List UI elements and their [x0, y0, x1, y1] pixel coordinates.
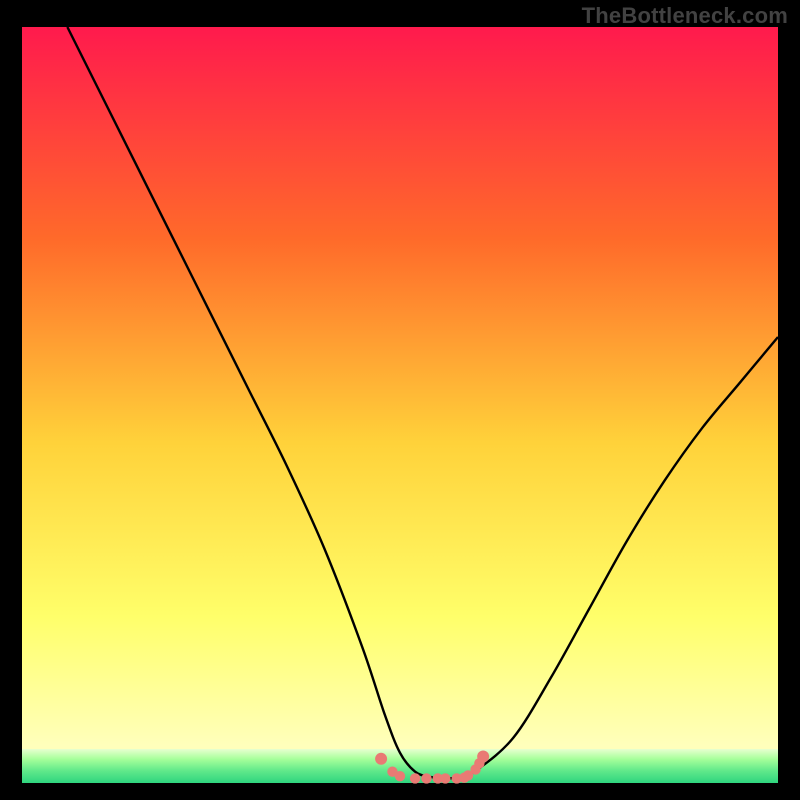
plot-frame: [22, 27, 778, 783]
marker-dot: [477, 751, 489, 763]
marker-dot: [440, 773, 450, 783]
marker-dot: [410, 773, 420, 783]
marker-dot: [395, 771, 405, 781]
marker-dot: [375, 753, 387, 765]
marker-group: [375, 751, 489, 784]
marker-dot: [421, 773, 431, 783]
bottleneck-curve: [22, 27, 778, 783]
curve-line: [67, 27, 778, 778]
plot-area: [22, 27, 778, 783]
watermark-text: TheBottleneck.com: [582, 3, 788, 29]
